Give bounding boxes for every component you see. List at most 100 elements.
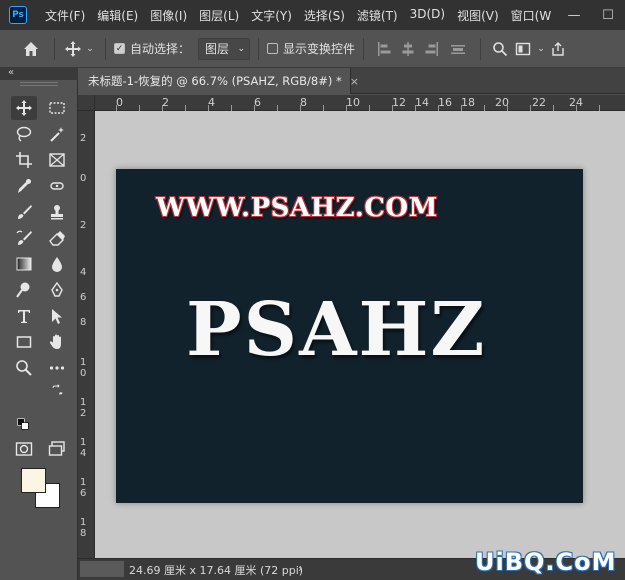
swap-colors-icon[interactable] [49,382,65,398]
ruler-label: 18 [461,96,475,109]
frame-tool-icon[interactable] [44,148,70,172]
auto-select-checkbox[interactable]: ✓ [114,43,125,54]
align-right-icon[interactable] [420,41,444,57]
workspace-icon[interactable] [511,41,535,57]
ruler-label: 2 [80,220,87,231]
history-brush-icon[interactable] [11,226,37,250]
ruler-label: 0 [80,173,87,184]
options-bar: ⌄ ✓ 自动选择： 图层 ⌄ 显示变换控件 ⌄ [0,30,625,68]
menu-layer[interactable]: 图层(L) [193,7,245,24]
crop-tool-icon[interactable] [11,148,37,172]
menu-window[interactable]: 窗口(W [505,7,558,24]
gradient-tool-icon[interactable] [11,252,37,276]
menu-3d[interactable]: 3D(D) [404,7,451,24]
menu-select[interactable]: 选择(S) [298,7,351,24]
menu-type[interactable]: 文字(Y) [245,7,298,24]
chevron-down-icon[interactable]: ⌄ [535,44,547,54]
canvas-url-text: WWW.PSAHZ.COM [156,193,438,223]
blur-tool-icon[interactable] [44,252,70,276]
separator [105,37,106,60]
separator [480,37,482,60]
ruler-label: 18 [80,517,87,539]
ruler-label: 2 [162,96,169,109]
vertical-scrollbar[interactable] [610,111,625,558]
magic-wand-icon[interactable] [44,122,70,146]
ruler-label: 12 [392,96,406,109]
ruler-origin[interactable] [78,95,95,111]
show-transform-checkbox[interactable] [267,43,279,54]
chevron-down-icon[interactable]: ⌄ [83,44,97,54]
share-icon[interactable] [547,41,569,57]
photoshop-logo[interactable]: Ps [9,6,27,24]
ruler-label: 12 [80,397,87,419]
path-selection-icon[interactable] [44,304,70,328]
zoom-tool-icon[interactable] [11,356,37,380]
ruler-label: 14 [415,96,429,109]
menu-items: 文件(F) 编辑(E) 图像(I) 图层(L) 文字(Y) 选择(S) 滤镜(T… [39,7,557,24]
ruler-label: 10 [346,96,360,109]
menu-edit[interactable]: 编辑(E) [91,7,144,24]
document-tab-bar: 未标题-1-恢复的 @ 66.7% (PSAHZ, RGB/8#) * × [78,68,625,94]
marquee-tool-icon[interactable] [44,96,70,120]
dodge-tool-icon[interactable] [11,278,37,302]
separator [258,37,260,60]
menu-image[interactable]: 图像(I) [144,7,193,24]
home-icon[interactable] [16,40,46,58]
lasso-tool-icon[interactable] [11,122,37,146]
ruler-label: 16 [438,96,452,109]
ruler-label: 0 [116,96,123,109]
eraser-tool-icon[interactable] [44,226,70,250]
maximize-button[interactable]: ☐ [591,0,625,30]
default-colors-icon[interactable] [16,417,30,431]
separator [54,37,55,60]
brush-tool-icon[interactable] [11,200,37,224]
ruler-label: 6 [80,292,87,303]
ruler-label: 8 [80,317,87,328]
align-center-icon[interactable] [396,41,420,57]
window-controls: — ☐ [551,0,625,30]
ruler-label: 14 [80,437,87,459]
rectangle-tool-icon[interactable] [11,330,37,354]
document-canvas[interactable]: WWW.PSAHZ.COM PSAHZ [116,169,583,503]
search-icon[interactable] [489,41,511,57]
align-left-icon[interactable] [372,41,396,57]
document-tab-title: 未标题-1-恢复的 @ 66.7% (PSAHZ, RGB/8#) * [88,74,342,88]
menu-filter[interactable]: 滤镜(T) [351,7,404,24]
vertical-ruler[interactable]: 2 0 2 4 6 8 10 12 14 16 18 [78,95,95,558]
panel-grip[interactable] [20,82,58,86]
quick-mask-icon[interactable] [11,437,37,461]
stamp-tool-icon[interactable] [44,200,70,224]
separator [363,37,365,60]
type-tool-icon[interactable] [11,304,37,328]
ruler-label: 20 [495,96,509,109]
eyedropper-tool-icon[interactable] [11,174,37,198]
zoom-level-field[interactable] [80,561,124,577]
move-tool-icon[interactable] [63,40,83,58]
menu-file[interactable]: 文件(F) [39,7,91,24]
document-size-info: 24.69 厘米 x 17.64 厘米 (72 ppi) [129,564,304,577]
horizontal-ruler[interactable]: 0 2 4 6 8 10 12 14 16 18 20 22 24 [95,95,625,111]
menu-view[interactable]: 视图(V) [451,7,505,24]
document-tab[interactable]: 未标题-1-恢复的 @ 66.7% (PSAHZ, RGB/8#) * × [78,68,359,94]
more-tools-icon[interactable] [44,356,70,380]
hand-tool-icon[interactable] [44,330,70,354]
move-tool-icon[interactable] [11,96,37,120]
foreground-color-swatch[interactable] [21,468,46,493]
status-menu-arrow[interactable]: › [298,562,302,575]
auto-select-target-dropdown[interactable]: 图层 ⌄ [198,37,251,60]
screen-mode-icon[interactable] [44,437,70,461]
ruler-label: 2 [80,133,87,144]
toolbar-collapse-button[interactable]: « [0,68,78,80]
spot-healing-icon[interactable] [44,174,70,198]
ruler-label: 4 [80,267,87,278]
distribute-icon[interactable] [444,41,472,57]
minimize-button[interactable]: — [557,0,591,30]
menu-bar: Ps 文件(F) 编辑(E) 图像(I) 图层(L) 文字(Y) 选择(S) 滤… [0,0,625,30]
pen-tool-icon[interactable] [44,278,70,302]
show-transform-label: 显示变换控件 [283,42,356,56]
auto-select-label: 自动选择： [130,42,191,56]
ruler-label: 24 [569,96,583,109]
close-icon[interactable]: × [350,75,359,88]
chevron-down-icon: ⌄ [237,43,246,54]
ruler-label: 8 [300,96,307,109]
